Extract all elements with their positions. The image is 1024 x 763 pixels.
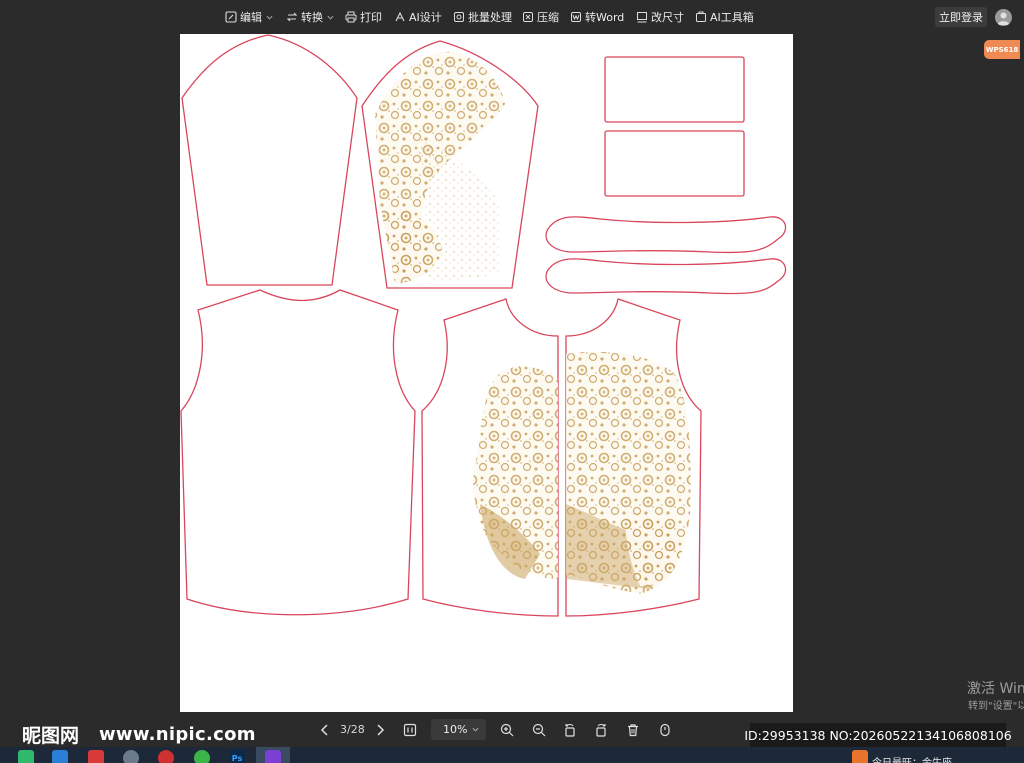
prev-page-button[interactable] [318, 719, 332, 741]
chevron-down-icon [327, 15, 334, 20]
chevron-down-icon [266, 15, 273, 20]
batch-icon [454, 12, 464, 22]
info-icon [660, 723, 670, 737]
document-page [180, 34, 793, 712]
news-app-icon[interactable] [852, 750, 868, 763]
ai-design-icon [395, 11, 405, 22]
ai-tools-icon [696, 11, 706, 22]
to-word-label: 转Word [585, 11, 625, 24]
zoom-out-button[interactable] [531, 719, 547, 741]
top-toolbar: 编辑 转换 打印 AI设计 批量处理 压缩 转Word 改尺寸 AI工具箱 立即… [0, 0, 1024, 34]
convert-label: 转换 [301, 11, 323, 24]
cuff-band-top [545, 216, 787, 254]
app-icon-green[interactable] [18, 750, 34, 763]
collar-rect-bottom [604, 130, 745, 197]
chevron-down-icon [472, 727, 479, 732]
front-left-panel-piece [421, 298, 559, 617]
fit-page-icon [403, 723, 417, 737]
delete-button[interactable] [625, 719, 641, 741]
zoom-in-button[interactable] [499, 719, 515, 741]
promo-badge[interactable]: WPS618 [984, 40, 1020, 59]
chevron-right-icon [377, 724, 385, 736]
resize-button[interactable]: 改尺寸 [636, 8, 684, 26]
pattern-artwork [180, 34, 787, 617]
word-icon [571, 12, 581, 22]
print-button[interactable]: 打印 [345, 8, 382, 26]
left-sleeve-piece [181, 34, 358, 286]
rotate-right-button[interactable] [593, 719, 609, 741]
printer-icon [345, 11, 357, 23]
batch-label: 批量处理 [468, 11, 512, 24]
chevron-left-icon [320, 724, 328, 736]
ai-tools-label: AI工具箱 [710, 11, 754, 24]
compress-icon [523, 12, 533, 22]
ai-design-label: AI设计 [409, 11, 442, 24]
login-button[interactable]: 立即登录 [935, 7, 987, 27]
user-avatar-icon[interactable] [995, 9, 1012, 26]
nipic-url-text: www.nipic.com [99, 724, 256, 745]
resize-label: 改尺寸 [651, 11, 684, 24]
batch-process-button[interactable]: 批量处理 [453, 8, 512, 26]
convert-icon [286, 12, 298, 22]
person-icon [997, 12, 1010, 25]
ai-tools-button[interactable]: AI工具箱 [695, 8, 754, 26]
app-icon-circle-green[interactable] [194, 750, 210, 763]
compress-label: 压缩 [537, 11, 559, 24]
windows-activation-title: 激活 Win [967, 681, 1024, 697]
edit-label: 编辑 [240, 11, 262, 24]
collar-rect-top [604, 56, 745, 123]
fit-page-button[interactable] [402, 719, 418, 741]
zoom-out-icon [532, 723, 546, 737]
photoshop-icon[interactable]: Ps [229, 750, 245, 763]
nipic-logo-text: 昵图网 [22, 725, 80, 747]
app-icon-red[interactable] [88, 750, 104, 763]
compress-button[interactable]: 压缩 [522, 8, 559, 26]
edit-icon [225, 11, 237, 23]
image-id-label: ID:29953138 NO:20260522134106808106 [744, 723, 1012, 747]
convert-menu[interactable]: 转换 [286, 8, 334, 26]
zoom-value: 10% [443, 723, 468, 736]
print-label: 打印 [360, 11, 382, 24]
right-sleeve-piece [361, 40, 539, 289]
ai-design-button[interactable]: AI设计 [394, 8, 442, 26]
app-icon-circle-red[interactable] [158, 750, 174, 763]
app-icon-blue[interactable] [52, 750, 68, 763]
to-word-button[interactable]: 转Word [570, 8, 624, 26]
zoom-in-icon [500, 723, 514, 737]
browser-icon[interactable] [123, 750, 139, 763]
back-panel-piece [180, 289, 416, 616]
zoom-select[interactable]: 10% [431, 719, 486, 740]
more-button[interactable] [657, 719, 673, 741]
resize-icon [637, 12, 647, 23]
windows-taskbar: Ps [0, 747, 1024, 763]
app-icon-purple[interactable] [265, 750, 281, 763]
edit-menu[interactable]: 编辑 [225, 8, 273, 26]
cuff-band-bottom [545, 258, 787, 295]
next-page-button[interactable] [373, 719, 387, 741]
page-indicator[interactable]: 3/28 [340, 723, 365, 736]
rotate-left-icon [565, 723, 575, 737]
rotate-left-button[interactable] [562, 719, 578, 741]
taskbar-news-text[interactable]: 今日最旺：金牛座 [872, 754, 952, 763]
windows-activation-subtitle: 转到"设置"以 [968, 701, 1024, 712]
pdf-viewer-window: 编辑 转换 打印 AI设计 批量处理 压缩 转Word 改尺寸 AI工具箱 立即… [0, 0, 1024, 763]
trash-icon [628, 724, 638, 737]
rotate-right-icon [596, 723, 606, 737]
front-right-panel-piece [565, 298, 702, 617]
